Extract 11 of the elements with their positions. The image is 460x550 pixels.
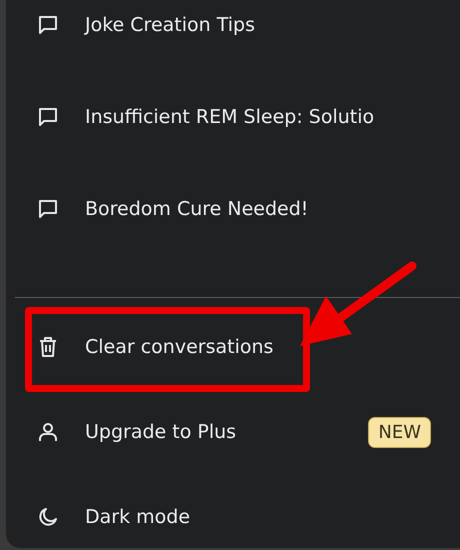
menu-item[interactable]: Upgrade to Plus NEW xyxy=(6,407,460,457)
chat-bubble-icon xyxy=(36,105,60,129)
conversation-item[interactable]: Boredom Cure Needed! xyxy=(6,184,460,234)
chat-bubble-icon xyxy=(36,13,60,37)
user-icon xyxy=(36,420,60,444)
menu-item[interactable]: Dark mode xyxy=(6,492,460,542)
conversation-item[interactable]: Joke Creation Tips xyxy=(6,0,460,50)
chat-bubble-icon xyxy=(36,197,60,221)
menu-item[interactable]: Clear conversations xyxy=(6,322,460,372)
conversation-item[interactable]: Insufficient REM Sleep: Solutio xyxy=(6,92,460,142)
new-badge: NEW xyxy=(368,416,431,448)
